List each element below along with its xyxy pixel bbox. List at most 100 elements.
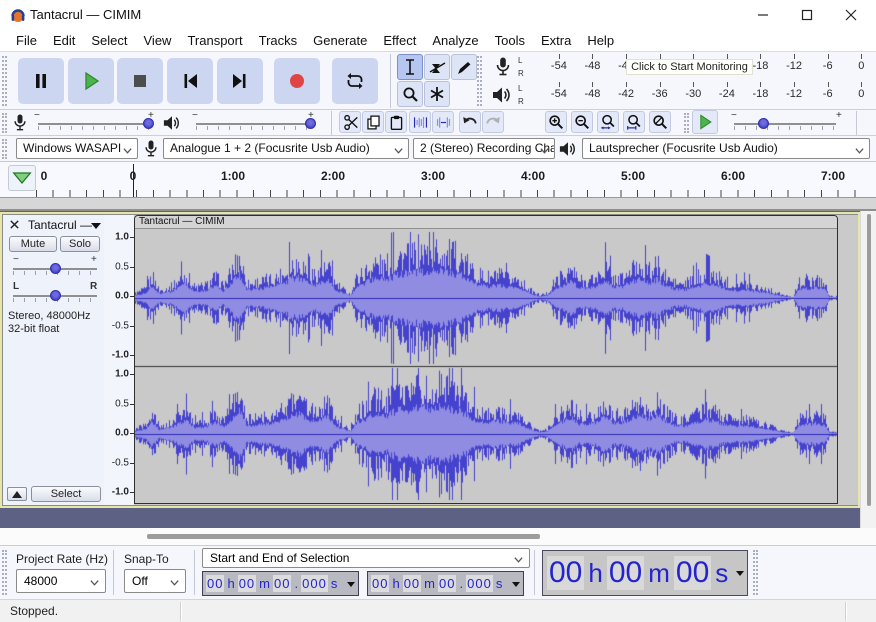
playback-volume-thumb[interactable]: [305, 118, 316, 129]
selection-end-digits[interactable]: 00: [438, 575, 456, 592]
recording-meter-scale[interactable]: -54-48-42-36-30-24-18-12-60: [532, 53, 868, 81]
selection-start-digits[interactable]: 00: [206, 575, 224, 592]
recording-device-select[interactable]: Analogue 1 + 2 (Focusrite Usb Audio): [163, 138, 409, 159]
mixer-toolbar-grip[interactable]: [2, 113, 7, 133]
meter-toolbar-grip[interactable]: [477, 56, 482, 106]
menu-item-help[interactable]: Help: [579, 30, 622, 51]
zoom-out-button[interactable]: [571, 111, 593, 133]
selection-mode-select[interactable]: Start and End of Selection: [202, 548, 530, 568]
menu-item-tracks[interactable]: Tracks: [251, 30, 306, 51]
audio-clip[interactable]: Tantacrul — CIMIM: [134, 215, 838, 504]
pause-button[interactable]: [18, 58, 64, 104]
device-toolbar-grip[interactable]: [2, 139, 7, 159]
selection-end-time[interactable]: 00h00m00.000s: [367, 571, 524, 596]
play-at-speed-button[interactable]: [692, 110, 718, 134]
multi-tool-button[interactable]: [424, 81, 450, 107]
snap-to-select[interactable]: Off: [124, 569, 186, 593]
scrub-bar[interactable]: [0, 198, 876, 211]
time-toolbar-grip[interactable]: [753, 550, 758, 595]
waveform-canvas[interactable]: [135, 230, 837, 503]
play-at-speed-toolbar-grip[interactable]: [684, 113, 689, 133]
copy-button[interactable]: [362, 111, 384, 133]
zoom-tool-button[interactable]: [397, 81, 423, 107]
time-format-arrow-icon[interactable]: [512, 582, 520, 587]
toolbar-divider: [390, 54, 391, 108]
menu-item-tools[interactable]: Tools: [487, 30, 533, 51]
paste-button[interactable]: [385, 111, 407, 133]
undo-button[interactable]: [459, 111, 481, 133]
time-format-arrow-icon[interactable]: [736, 571, 744, 576]
track-menu-arrow-icon[interactable]: [91, 223, 101, 229]
track-collapse-button[interactable]: [7, 487, 27, 501]
fit-project-button[interactable]: [623, 111, 645, 133]
solo-button[interactable]: Solo: [60, 236, 100, 252]
selection-end-digits[interactable]: 00: [403, 575, 421, 592]
pan-thumb[interactable]: [50, 290, 61, 301]
selection-end-digits[interactable]: 000: [466, 575, 493, 592]
zoom-in-button[interactable]: [545, 111, 567, 133]
menu-item-extra[interactable]: Extra: [533, 30, 579, 51]
menu-item-generate[interactable]: Generate: [305, 30, 375, 51]
audio-host-select[interactable]: Windows WASAPI: [16, 138, 138, 159]
playback-volume-slider[interactable]: [196, 123, 314, 125]
close-button[interactable]: [830, 0, 872, 30]
playback-device-select[interactable]: Lautsprecher (Focusrite Usb Audio): [582, 138, 870, 159]
menu-item-file[interactable]: File: [8, 30, 45, 51]
selection-tool-button[interactable]: [397, 54, 423, 80]
timeline-ruler[interactable]: 001:002:003:004:005:006:007:00: [0, 162, 876, 198]
draw-tool-button[interactable]: [451, 54, 477, 80]
position-digits[interactable]: 00: [674, 556, 711, 590]
horizontal-scrollbar-thumb[interactable]: [147, 534, 540, 539]
skip-to-end-button[interactable]: [217, 58, 263, 104]
playback-meter[interactable]: LR -54-48-42-36-30-24-18-12-60: [486, 81, 870, 109]
recording-meter[interactable]: LR -54-48-42-36-30-24-18-12-60 Click to …: [486, 53, 870, 81]
transport-toolbar-grip[interactable]: [2, 56, 7, 106]
menu-item-analyze[interactable]: Analyze: [424, 30, 486, 51]
project-rate-select[interactable]: 48000: [16, 569, 106, 593]
loop-button[interactable]: [332, 58, 378, 104]
zoom-toggle-button[interactable]: [649, 111, 671, 133]
clip-title-bar[interactable]: Tantacrul — CIMIM: [135, 216, 837, 229]
menu-item-view[interactable]: View: [136, 30, 180, 51]
skip-to-start-button[interactable]: [167, 58, 213, 104]
selection-start-digits[interactable]: 00: [273, 575, 291, 592]
playback-meter-scale[interactable]: -54-48-42-36-30-24-18-12-60: [532, 81, 868, 109]
track-select-button[interactable]: Select: [31, 486, 101, 502]
vertical-scrollbar-thumb[interactable]: [867, 214, 871, 506]
play-speed-thumb[interactable]: [758, 118, 769, 129]
vertical-scrollbar[interactable]: [860, 211, 876, 528]
menu-item-edit[interactable]: Edit: [45, 30, 83, 51]
play-speed-slider[interactable]: [734, 123, 836, 125]
redo-button[interactable]: [482, 111, 504, 133]
position-digits[interactable]: 00: [607, 556, 644, 590]
position-digits[interactable]: 00: [547, 556, 584, 590]
trim-audio-button[interactable]: [409, 111, 431, 133]
silence-audio-button[interactable]: [432, 111, 454, 133]
horizontal-scrollbar[interactable]: [0, 528, 876, 545]
audio-position-display[interactable]: 00h00m00s: [542, 550, 748, 596]
time-format-arrow-icon[interactable]: [347, 582, 355, 587]
play-button[interactable]: [68, 58, 114, 104]
cut-button[interactable]: [339, 111, 361, 133]
gain-thumb[interactable]: [50, 263, 61, 274]
envelope-tool-button[interactable]: [424, 54, 450, 80]
menu-item-transport[interactable]: Transport: [179, 30, 250, 51]
selection-start-time[interactable]: 00h00m00.000s: [202, 571, 359, 596]
fit-selection-button[interactable]: [597, 111, 619, 133]
recording-volume-slider[interactable]: [38, 123, 152, 125]
vertical-scale-ruler[interactable]: 1.00.50.0-0.5-1.01.00.50.0-0.5-1.0: [104, 215, 134, 505]
menu-item-effect[interactable]: Effect: [375, 30, 424, 51]
recording-channels-select[interactable]: 2 (Stereo) Recording Channels: [413, 138, 555, 159]
selection-start-digits[interactable]: 00: [238, 575, 256, 592]
record-button[interactable]: [274, 58, 320, 104]
selection-start-digits[interactable]: 000: [301, 575, 328, 592]
stop-button[interactable]: [117, 58, 163, 104]
track-close-button[interactable]: [9, 219, 24, 232]
minimize-button[interactable]: [742, 0, 784, 30]
selection-toolbar-grip[interactable]: [2, 550, 7, 595]
maximize-button[interactable]: [786, 0, 828, 30]
selection-end-digits[interactable]: 00: [371, 575, 389, 592]
mute-button[interactable]: Mute: [9, 236, 57, 252]
menu-item-select[interactable]: Select: [83, 30, 135, 51]
recording-volume-thumb[interactable]: [143, 118, 154, 129]
